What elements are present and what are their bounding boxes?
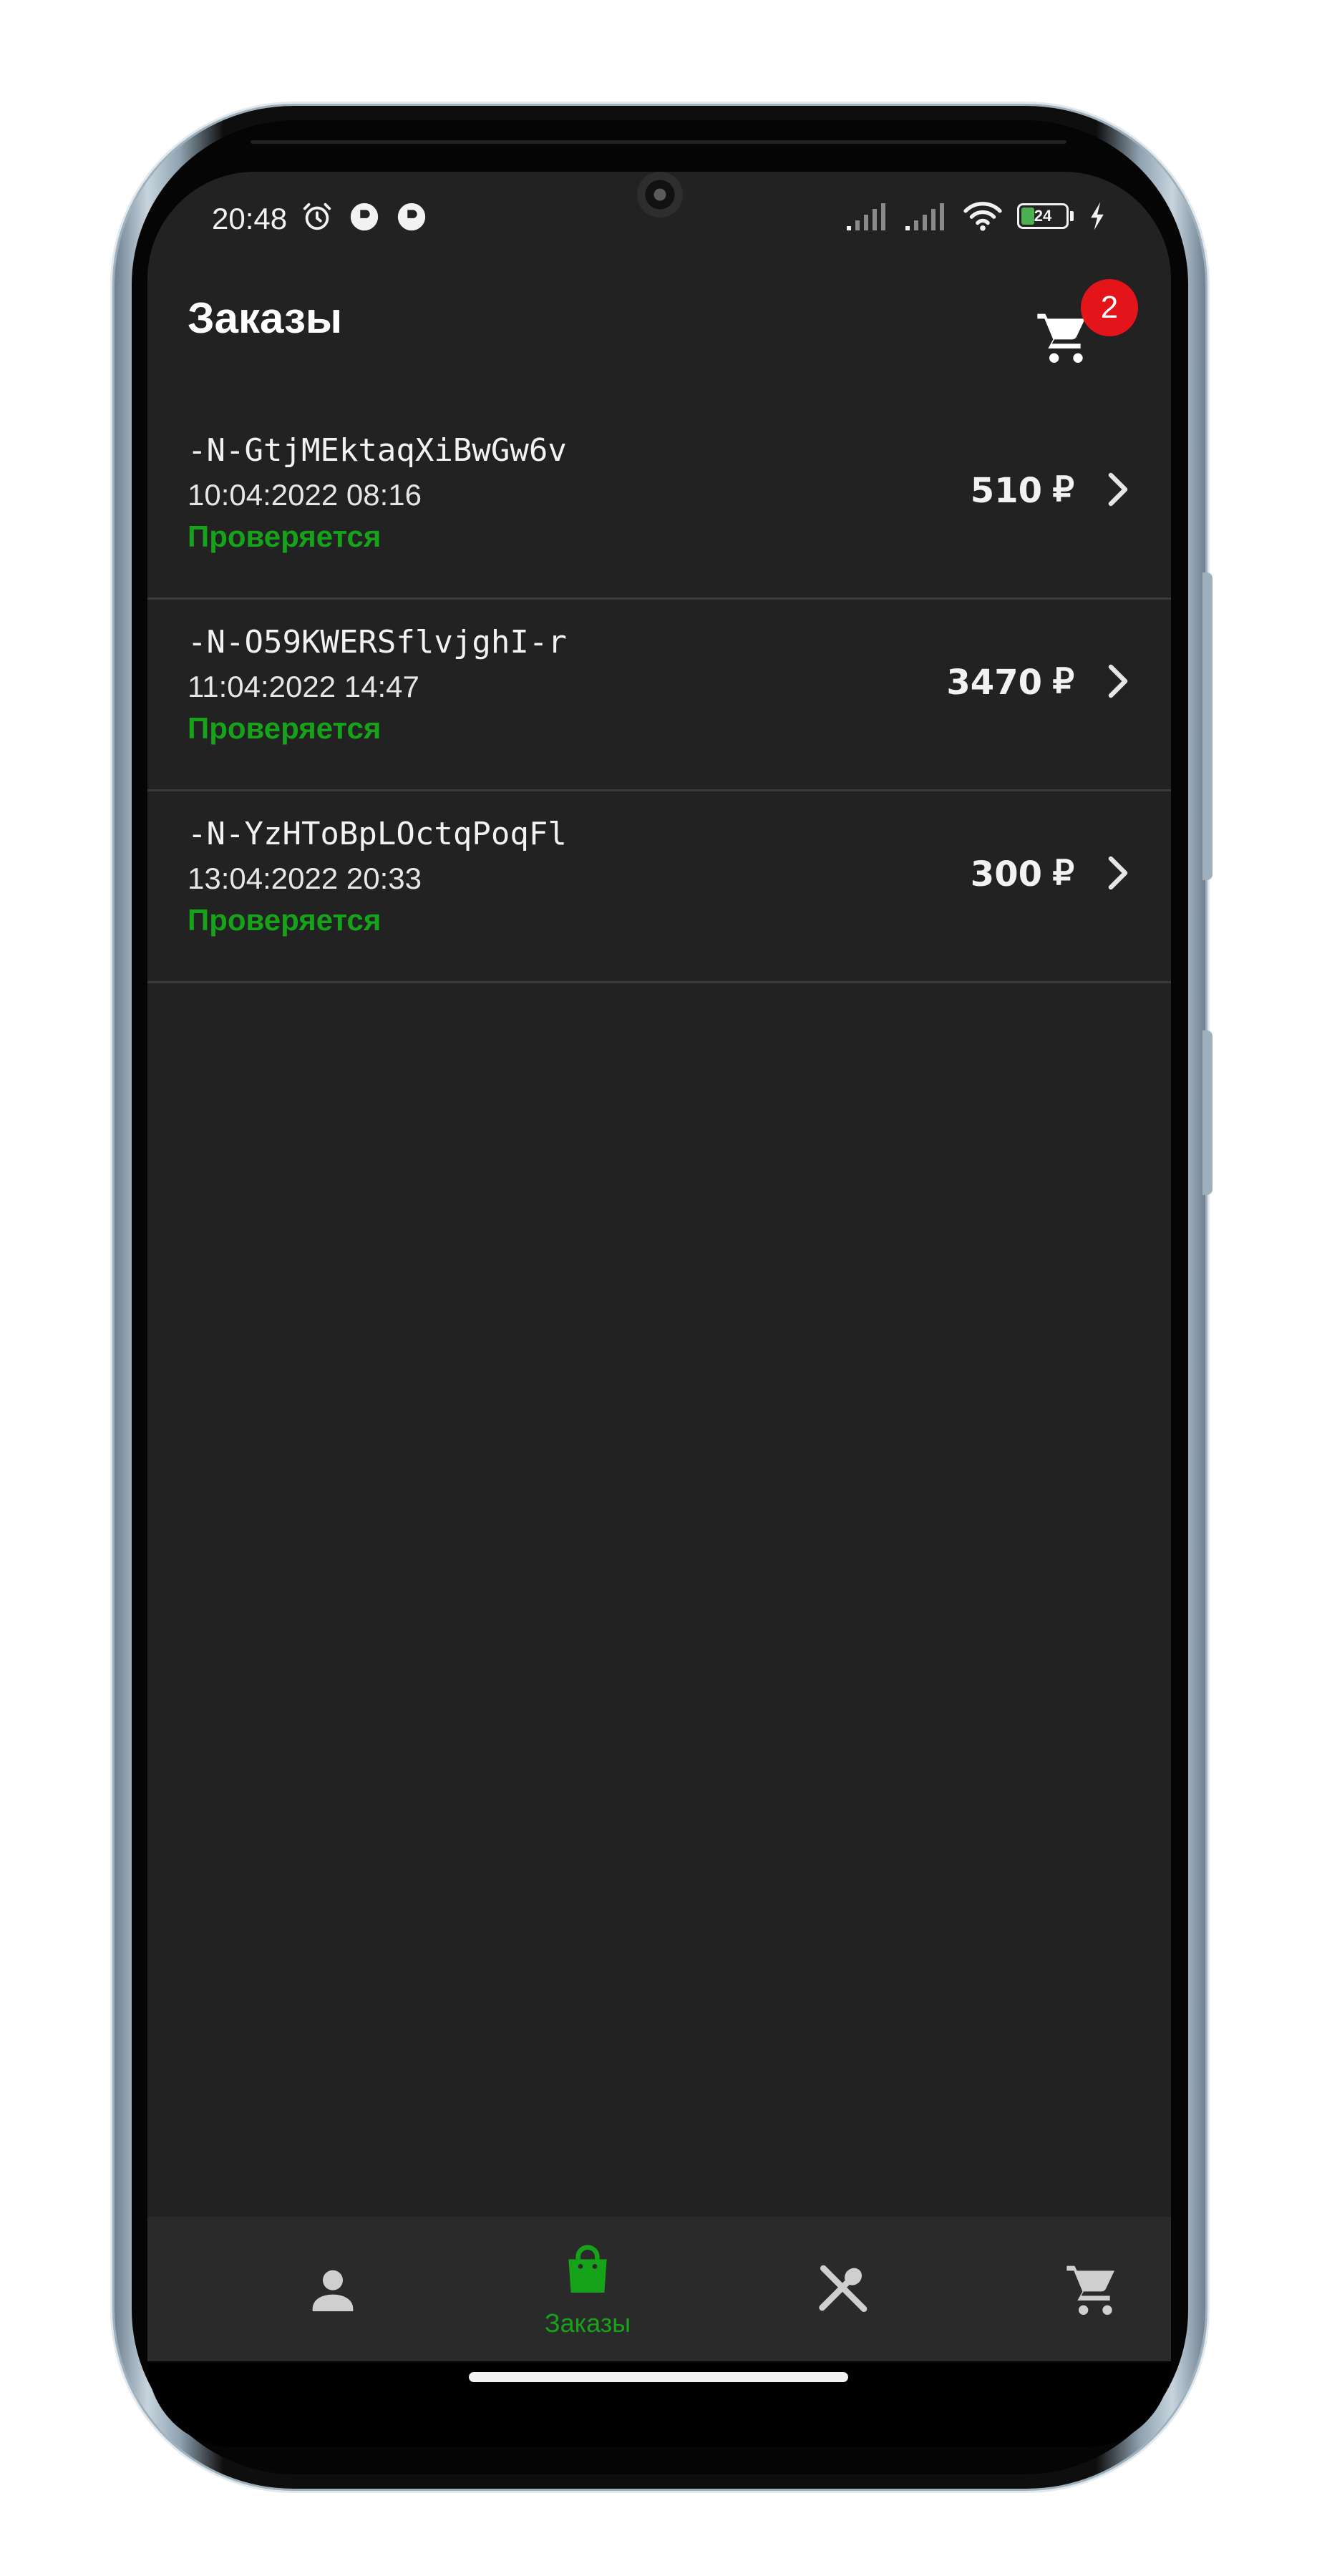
order-price: 510: [970, 471, 1042, 511]
order-date: 13:04:2022 20:33: [188, 862, 422, 895]
home-indicator[interactable]: [469, 2372, 848, 2382]
app-notification-icon: [397, 203, 426, 231]
power-button: [1202, 1030, 1212, 1195]
order-row[interactable]: -N-O59KWERSflvjghI-r 11:04:2022 14:47 Пр…: [147, 600, 1171, 791]
bottom-navigation: Заказы: [147, 2217, 1171, 2361]
battery-level: 24: [1034, 207, 1052, 225]
battery-icon: 24: [1017, 203, 1069, 229]
order-status: Проверяется: [188, 903, 382, 937]
app-screen: 20:48 24 Заказы 2 -N-GtjMEktaqXiBwGw6v 1…: [147, 172, 1171, 2361]
nav-orders[interactable]: Заказы: [498, 2217, 677, 2361]
orders-list: -N-GtjMEktaqXiBwGw6v 10:04:2022 08:16 Пр…: [147, 408, 1171, 983]
order-price: 3470: [946, 663, 1042, 703]
volume-button: [1202, 572, 1212, 880]
chevron-right-icon: [1108, 472, 1128, 507]
page-title: Заказы: [188, 294, 343, 342]
app-notification-icon: [350, 203, 379, 231]
shopping-bag-icon: [568, 2245, 607, 2293]
front-camera: [637, 172, 683, 218]
wifi-icon: [963, 202, 1002, 231]
cart-badge: 2: [1081, 279, 1138, 336]
order-row[interactable]: -N-GtjMEktaqXiBwGw6v 10:04:2022 08:16 Пр…: [147, 408, 1171, 600]
charging-icon: [1091, 202, 1104, 230]
nav-menu[interactable]: [753, 2217, 932, 2361]
order-id: -N-YzHToBpLOctqPoqFl: [188, 816, 567, 852]
chevron-right-icon: [1108, 664, 1128, 698]
nav-cart[interactable]: [1003, 2217, 1171, 2361]
order-id: -N-O59KWERSflvjghI-r: [188, 624, 567, 660]
person-icon: [312, 2270, 354, 2311]
nav-label-orders: Заказы: [544, 2308, 631, 2338]
cart-button[interactable]: 2: [1021, 279, 1138, 372]
order-id: -N-GtjMEktaqXiBwGw6v: [188, 432, 567, 469]
currency-symbol: ₽: [1052, 663, 1074, 701]
currency-symbol: ₽: [1052, 854, 1074, 892]
currency-symbol: ₽: [1052, 471, 1074, 509]
status-time: 20:48: [212, 202, 288, 235]
nav-profile[interactable]: [243, 2217, 422, 2361]
order-price: 300: [970, 854, 1042, 894]
order-status: Проверяется: [188, 711, 382, 745]
battery-tip: [1070, 211, 1074, 221]
cart-icon: [1066, 2265, 1114, 2315]
signal-icon: [905, 203, 944, 230]
status-icons-right: 24: [844, 199, 1108, 233]
signal-icon: [847, 203, 885, 230]
status-icons-left: [301, 200, 428, 233]
chevron-right-icon: [1108, 856, 1128, 890]
utensils-icon: [819, 2265, 868, 2312]
order-row[interactable]: -N-YzHToBpLOctqPoqFl 13:04:2022 20:33 Пр…: [147, 791, 1171, 983]
earpiece-slit: [251, 140, 1066, 144]
order-status: Проверяется: [188, 519, 382, 553]
order-date: 10:04:2022 08:16: [188, 478, 422, 512]
alarm-icon: [303, 203, 331, 230]
order-date: 11:04:2022 14:47: [188, 670, 419, 703]
